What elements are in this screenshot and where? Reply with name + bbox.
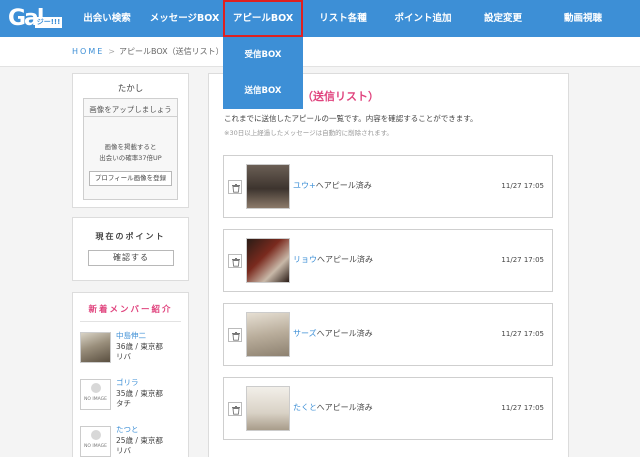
points-title: 現在のポイント bbox=[95, 232, 166, 241]
member-name-link[interactable]: たくと bbox=[293, 403, 317, 412]
new-member-item[interactable]: 中島伸二 36歳 / 東京都 リバ bbox=[80, 330, 184, 368]
member-name-link[interactable]: リョウ bbox=[293, 255, 317, 264]
auto-delete-note: ※30日以上経過したメッセージは自動的に削除されます。 bbox=[224, 129, 393, 137]
nav-appeal-box[interactable]: アピールBOX bbox=[223, 0, 303, 37]
upload-divider bbox=[84, 116, 177, 117]
delete-button[interactable] bbox=[228, 328, 242, 342]
dropdown-item-sent[interactable]: 送信BOX bbox=[223, 73, 303, 109]
check-points-button[interactable]: 確認する bbox=[88, 250, 174, 266]
new-members-title: 新着メンバー紹介 bbox=[88, 305, 173, 315]
new-members-panel: 新着メンバー紹介 中島伸二 36歳 / 東京都 リバ NO IMAGE ゴリラ … bbox=[72, 292, 189, 457]
site-logo[interactable]: Gal ジー!!! bbox=[8, 6, 62, 32]
trash-icon bbox=[232, 332, 240, 341]
delete-button[interactable] bbox=[228, 402, 242, 416]
nav-lists[interactable]: リスト各種 bbox=[303, 0, 383, 37]
appeal-text: ユウ+へアピール済み bbox=[293, 180, 372, 191]
member-name[interactable]: ゴリラ bbox=[116, 377, 139, 388]
register-profile-image-button[interactable]: プロフィール画像を登録 bbox=[89, 171, 172, 186]
profile-panel: たかし 画像をアップしましょう 画像を掲載すると 出会いの確率37倍UP プロフ… bbox=[72, 73, 189, 208]
logo-badge: ジー!!! bbox=[35, 17, 62, 28]
appeal-status: へアピール済み bbox=[315, 181, 372, 190]
nav-add-points[interactable]: ポイント追加 bbox=[383, 0, 463, 37]
appeal-status: へアピール済み bbox=[317, 255, 373, 264]
breadcrumb-home-link[interactable]: HOME bbox=[72, 47, 104, 56]
page-description: これまでに送信したアピールの一覧です。内容を確認することができます。 bbox=[224, 114, 478, 123]
appeal-box-dropdown: 受信BOX 送信BOX bbox=[223, 37, 303, 109]
nav-message-box[interactable]: メッセージBOX bbox=[146, 0, 223, 37]
no-image-silhouette-icon bbox=[91, 383, 101, 393]
new-members-divider bbox=[80, 321, 181, 322]
delete-button[interactable] bbox=[228, 254, 242, 268]
appeal-list-item[interactable]: サーズへアピール済み 11/27 17:05 bbox=[223, 303, 553, 366]
points-panel: 現在のポイント 確認する bbox=[72, 217, 189, 281]
trash-icon bbox=[232, 406, 240, 415]
no-image-label: NO IMAGE bbox=[84, 397, 107, 402]
delete-button[interactable] bbox=[228, 180, 242, 194]
member-photo[interactable] bbox=[246, 386, 290, 431]
member-avatar bbox=[80, 332, 111, 363]
member-photo[interactable] bbox=[246, 238, 290, 283]
member-name-link[interactable]: ユウ+ bbox=[293, 181, 316, 190]
username: たかし bbox=[117, 84, 144, 94]
nav-search[interactable]: 出会い検索 bbox=[68, 0, 146, 37]
image-upload-box: 画像をアップしましょう 画像を掲載すると 出会いの確率37倍UP プロフィール画… bbox=[83, 98, 178, 200]
new-member-item[interactable]: NO IMAGE たつと 25歳 / 東京都 リバ bbox=[80, 424, 184, 457]
appeal-timestamp: 11/27 17:05 bbox=[501, 330, 544, 338]
dropdown-item-inbox[interactable]: 受信BOX bbox=[223, 37, 303, 73]
breadcrumb: HOME > アピールBOX（送信リスト） bbox=[72, 46, 224, 57]
member-avatar: NO IMAGE bbox=[80, 379, 111, 410]
trash-icon bbox=[232, 184, 240, 193]
appeal-list-item[interactable]: たくとへアピール済み 11/27 17:05 bbox=[223, 377, 553, 440]
upload-text-line1: 画像を掲載すると bbox=[104, 143, 157, 151]
member-tag: タチ bbox=[116, 399, 131, 408]
new-member-item[interactable]: NO IMAGE ゴリラ 35歳 / 東京都 タチ bbox=[80, 377, 184, 415]
member-photo[interactable] bbox=[246, 164, 290, 209]
nav-settings[interactable]: 設定変更 bbox=[463, 0, 543, 37]
appeal-list-item[interactable]: ユウ+へアピール済み 11/27 17:05 bbox=[223, 155, 553, 218]
member-tag: リバ bbox=[116, 352, 131, 361]
trash-icon bbox=[232, 258, 240, 267]
upload-title: 画像をアップしましょう bbox=[89, 105, 172, 114]
no-image-label: NO IMAGE bbox=[84, 444, 107, 449]
appeal-status: へアピール済み bbox=[316, 329, 373, 338]
member-name-link[interactable]: サーズ bbox=[293, 329, 317, 338]
appeal-status: へアピール済み bbox=[316, 403, 373, 412]
appeal-timestamp: 11/27 17:05 bbox=[501, 182, 544, 190]
member-tag: リバ bbox=[116, 446, 131, 455]
appeal-timestamp: 11/27 17:05 bbox=[501, 404, 544, 412]
appeal-text: サーズへアピール済み bbox=[293, 328, 373, 339]
member-name[interactable]: 中島伸二 bbox=[116, 330, 146, 341]
appeal-text: リョウへアピール済み bbox=[293, 254, 373, 265]
appeal-list-item[interactable]: リョウへアピール済み 11/27 17:05 bbox=[223, 229, 553, 292]
appeal-timestamp: 11/27 17:05 bbox=[501, 256, 544, 264]
no-image-silhouette-icon bbox=[91, 430, 101, 440]
breadcrumb-separator: > bbox=[108, 47, 115, 56]
member-name[interactable]: たつと bbox=[116, 424, 139, 435]
member-photo[interactable] bbox=[246, 312, 290, 357]
upload-text-line2: 出会いの確率37倍UP bbox=[99, 154, 162, 162]
appeal-text: たくとへアピール済み bbox=[293, 402, 373, 413]
breadcrumb-current: アピールBOX（送信リスト） bbox=[118, 47, 224, 56]
nav-video[interactable]: 動画視聴 bbox=[543, 0, 623, 37]
page-title: （送信リスト） bbox=[302, 90, 379, 103]
member-avatar: NO IMAGE bbox=[80, 426, 111, 457]
